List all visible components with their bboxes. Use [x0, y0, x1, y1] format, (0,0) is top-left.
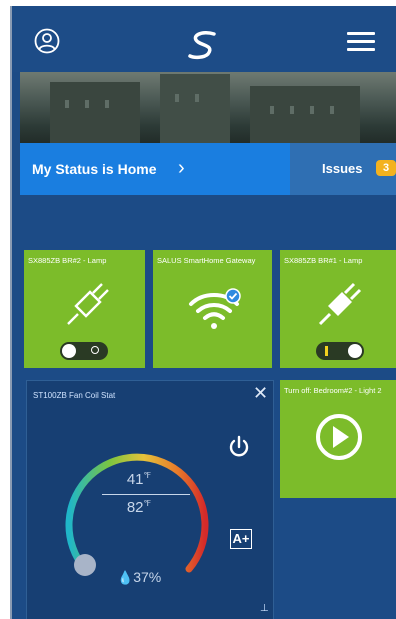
status-home-button[interactable]: My Status is Home › — [20, 143, 290, 195]
close-icon[interactable]: ✕ — [253, 383, 268, 404]
play-circle-icon[interactable] — [314, 412, 364, 462]
user-circle-icon[interactable] — [34, 28, 60, 54]
humidity-reading: 💧37% — [117, 569, 162, 585]
app-frame: My Status is Home › Issues 3 SX885ZB BR#… — [10, 6, 396, 619]
device-tile-gateway[interactable]: SALUS SmartHome Gateway — [153, 250, 272, 368]
thermostat-title: ST100ZB Fan Coil Stat — [33, 391, 116, 400]
status-label: My Status is Home — [32, 161, 157, 177]
hamburger-menu-icon[interactable] — [347, 32, 375, 52]
chevron-right-icon: › — [178, 157, 185, 179]
pin-icon[interactable]: ⊥ — [260, 603, 269, 614]
power-icon[interactable] — [227, 435, 251, 459]
tile-title: SALUS SmartHome Gateway — [157, 256, 256, 265]
location-photo — [20, 72, 396, 150]
salus-logo-icon[interactable] — [184, 28, 224, 62]
issues-count-badge: 3 — [376, 160, 396, 176]
tile-title: SX885ZB BR#1 - Lamp — [284, 256, 363, 265]
temperature-divider — [102, 494, 190, 495]
plug-plugged-icon — [318, 282, 362, 326]
droplet-icon: 💧 — [117, 570, 134, 585]
issues-label: Issues — [322, 161, 363, 176]
lamp-toggle-off[interactable] — [60, 342, 108, 360]
wifi-check-icon — [189, 288, 241, 329]
scene-title: Turn off: Bedroom#2 - Light 2 — [284, 386, 382, 395]
thermostat-card[interactable]: ST100ZB Fan Coil Stat ✕ 41℉ 82℉ 💧37% A+ … — [26, 380, 274, 619]
plug-unplugged-icon — [67, 283, 109, 325]
auto-plus-button[interactable]: A+ — [230, 529, 252, 549]
scene-tile-turn-off[interactable]: Turn off: Bedroom#2 - Light 2 — [280, 380, 396, 498]
issues-button[interactable]: Issues 3 — [290, 143, 396, 195]
tile-title: SX885ZB BR#2 - Lamp — [28, 256, 107, 265]
device-tile-br2-lamp[interactable]: SX885ZB BR#2 - Lamp — [24, 250, 145, 368]
lamp-toggle-on[interactable] — [316, 342, 364, 360]
set-temperature: 82℉ — [126, 499, 152, 516]
top-bar — [12, 6, 396, 72]
current-temperature: 41℉ — [126, 471, 152, 488]
device-tile-br1-lamp[interactable]: SX885ZB BR#1 - Lamp — [280, 250, 396, 368]
